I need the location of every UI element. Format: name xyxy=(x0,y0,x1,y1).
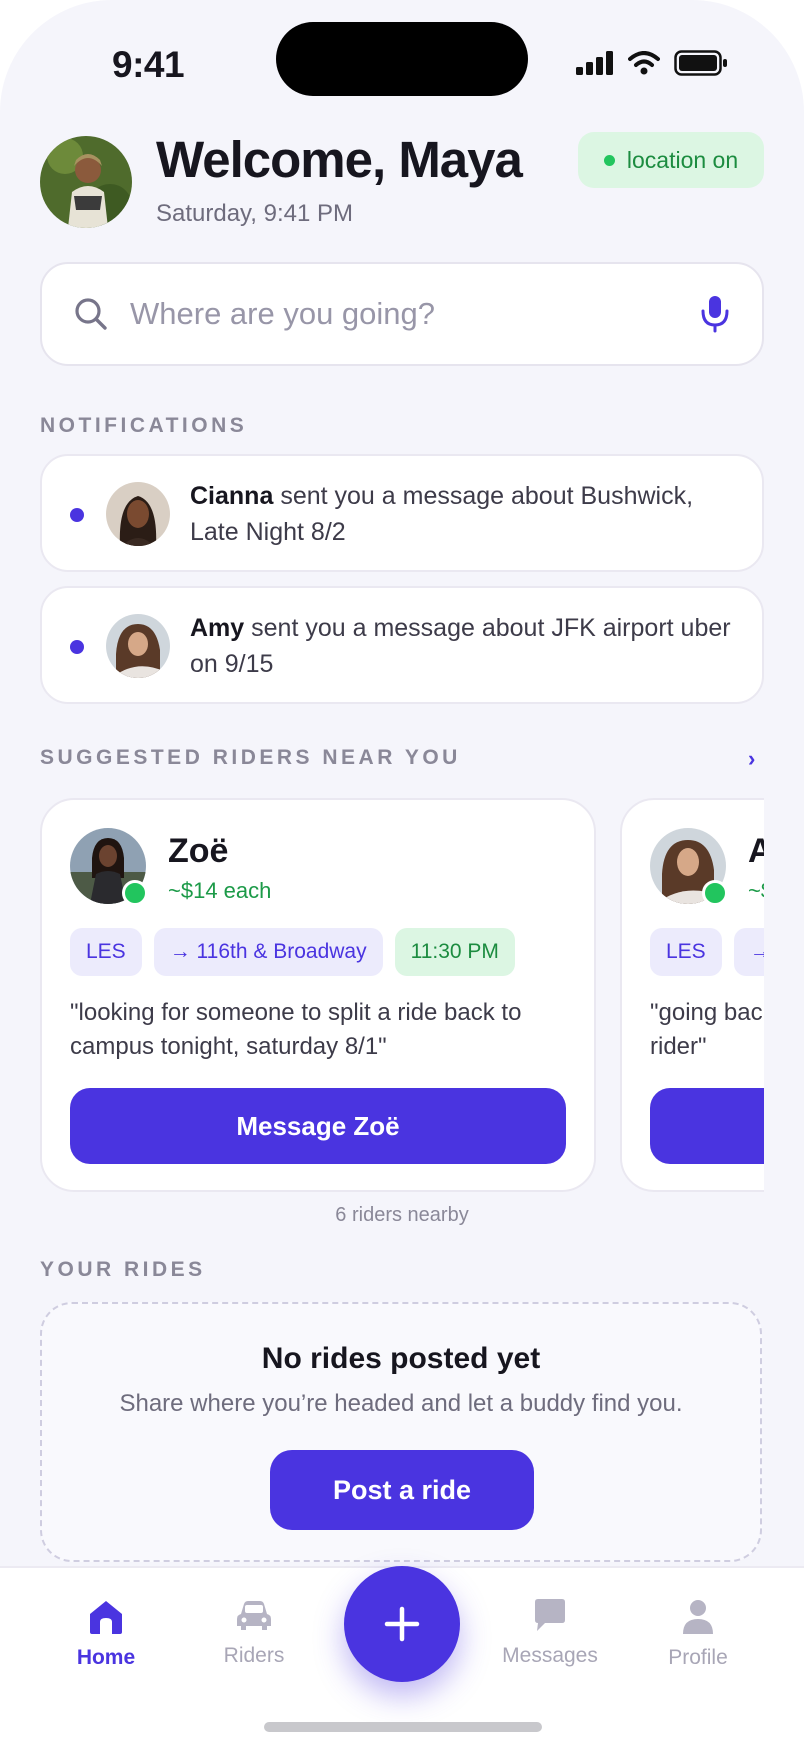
status-icons xyxy=(576,50,728,76)
home-icon xyxy=(90,1601,122,1634)
online-status-icon xyxy=(702,880,728,906)
home-indicator[interactable] xyxy=(264,1722,542,1732)
post-ride-button[interactable]: Post a ride xyxy=(270,1450,534,1530)
rider-name: A xyxy=(748,832,764,870)
search-input[interactable]: Where are you going? xyxy=(130,296,700,332)
message-rider-button[interactable]: Message Zoë xyxy=(70,1088,566,1164)
destination-tag: → xyxy=(733,928,764,976)
rides-empty-state: No rides posted yet Share where you’re h… xyxy=(40,1302,762,1562)
time-tag: 11:30 PM xyxy=(394,928,515,976)
sender-avatar xyxy=(106,614,170,678)
rider-name: Zoë xyxy=(168,832,229,870)
notification-message: sent you a message about JFK airport ube… xyxy=(190,614,731,678)
cellular-signal-icon xyxy=(576,51,613,75)
sender-avatar xyxy=(106,482,170,546)
notification-sender: Cianna xyxy=(190,482,274,510)
see-all-chevron-icon[interactable]: › xyxy=(748,746,755,772)
status-time: 9:41 xyxy=(112,44,185,85)
phone-screen: 9:41 Welcome, Maya Saturday, 9:41 PM loc… xyxy=(0,0,804,1748)
plus-icon xyxy=(384,1606,420,1642)
search-icon xyxy=(75,298,107,330)
tab-home[interactable]: Home xyxy=(36,1598,176,1670)
current-date: Saturday, 9:41 PM xyxy=(156,200,353,227)
welcome-heading: Welcome, Maya xyxy=(156,131,523,188)
your-rides-section-label: YOUR RIDES xyxy=(40,1258,206,1281)
rider-price: ~$ xyxy=(748,878,764,903)
tab-label: Messages xyxy=(502,1644,598,1667)
battery-icon xyxy=(674,50,727,76)
rider-card[interactable]: A ~$ LES → "going bac rider" xyxy=(620,798,764,1192)
rider-carousel[interactable]: Zoë ~$14 each LES → 116th & Broadway 11:… xyxy=(40,798,764,1192)
notification-text: Amy sent you a message about JFK airport… xyxy=(190,610,732,682)
rider-quote: "going bac rider" xyxy=(650,999,763,1060)
tab-riders[interactable]: Riders xyxy=(184,1598,324,1668)
online-status-icon xyxy=(122,880,148,906)
add-ride-fab[interactable] xyxy=(344,1566,460,1682)
location-status-label: location on xyxy=(626,146,739,173)
empty-state-subtitle: Share where you’re headed and let a budd… xyxy=(119,1390,683,1417)
ride-tags: LES → 116th & Broadway 11:30 PM xyxy=(70,928,515,976)
tab-label: Profile xyxy=(668,1646,728,1669)
unread-dot-icon xyxy=(70,508,84,522)
chat-bubble-icon xyxy=(535,1599,565,1631)
notification-item[interactable]: Amy sent you a message about JFK airport… xyxy=(40,586,764,704)
rider-quote: "looking for someone to split a ride bac… xyxy=(70,999,522,1060)
user-avatar[interactable] xyxy=(40,136,132,228)
destination-tag: → 116th & Broadway xyxy=(153,928,383,976)
tab-messages[interactable]: Messages xyxy=(480,1598,620,1668)
dynamic-island xyxy=(276,22,528,96)
tab-profile[interactable]: Profile xyxy=(628,1598,768,1670)
tab-label: Home xyxy=(76,1646,136,1669)
person-icon xyxy=(683,1600,713,1634)
microphone-icon[interactable] xyxy=(700,295,730,333)
suggested-riders-section-label: SUGGESTED RIDERS NEAR YOU xyxy=(40,746,461,769)
origin-tag: LES xyxy=(650,928,722,976)
notification-sender: Amy xyxy=(190,614,245,642)
empty-state-title: No rides posted yet xyxy=(261,1342,541,1375)
location-dot-icon xyxy=(603,154,615,166)
tab-label: Riders xyxy=(223,1644,285,1667)
notifications-section-label: NOTIFICATIONS xyxy=(40,414,248,437)
unread-dot-icon xyxy=(70,640,84,654)
notification-text: Cianna sent you a message about Bushwick… xyxy=(190,478,732,550)
rider-price: ~$14 each xyxy=(168,878,272,903)
message-rider-button[interactable] xyxy=(650,1088,764,1164)
origin-tag: LES xyxy=(70,928,142,976)
car-icon xyxy=(237,1601,271,1630)
ride-tags: LES → xyxy=(650,928,764,976)
location-status-badge[interactable]: location on xyxy=(578,132,764,188)
wifi-icon xyxy=(628,51,660,75)
riders-nearby-count: 6 riders nearby xyxy=(335,1204,469,1226)
notification-item[interactable]: Cianna sent you a message about Bushwick… xyxy=(40,454,764,572)
rider-card[interactable]: Zoë ~$14 each LES → 116th & Broadway 11:… xyxy=(40,798,596,1192)
search-bar[interactable]: Where are you going? xyxy=(40,262,764,366)
